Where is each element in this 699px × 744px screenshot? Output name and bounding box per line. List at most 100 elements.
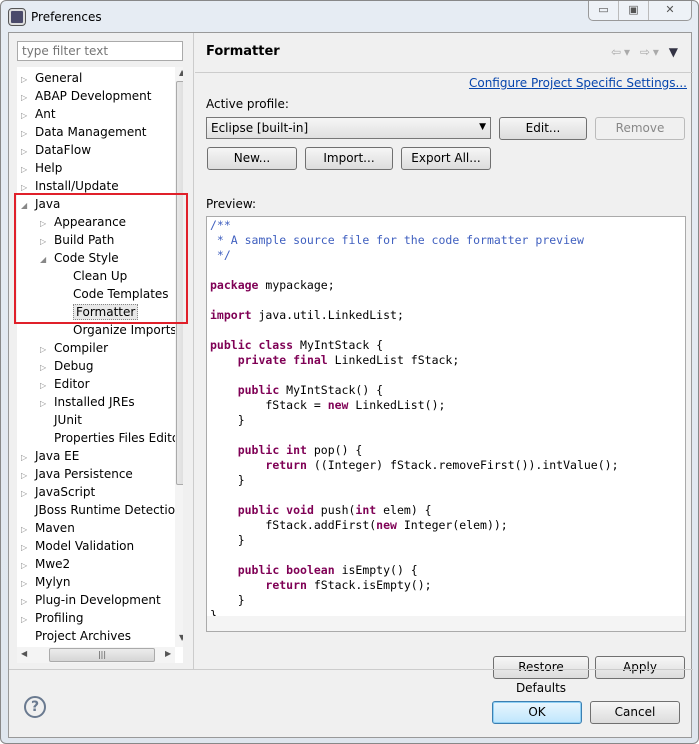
code-line: } bbox=[210, 413, 619, 428]
collapsed-arrow-icon[interactable]: ▷ bbox=[21, 125, 35, 143]
edit-button[interactable]: Edit... bbox=[499, 117, 587, 140]
code-token: Integer(elem)); bbox=[396, 518, 508, 532]
import-button[interactable]: Import... bbox=[305, 147, 393, 170]
collapsed-arrow-icon[interactable]: ▷ bbox=[21, 449, 35, 467]
tree-item[interactable]: ▷ JavaScript bbox=[21, 483, 95, 501]
tree-item[interactable]: ▷ General bbox=[21, 69, 82, 87]
tree-item[interactable]: ▷ Maven bbox=[21, 519, 75, 537]
tree-item[interactable]: ▷ Data Management bbox=[21, 123, 147, 141]
code-token: LinkedList fStack; bbox=[327, 353, 460, 367]
export-all-button[interactable]: Export All... bbox=[401, 147, 491, 170]
minimize-button[interactable]: ▭ bbox=[589, 1, 619, 20]
tree-item[interactable]: JUnit bbox=[40, 411, 82, 429]
collapsed-arrow-icon[interactable]: ▷ bbox=[21, 71, 35, 89]
profile-value: Eclipse [built-in] bbox=[211, 121, 309, 135]
code-token: java.util.LinkedList; bbox=[251, 308, 404, 322]
filter-input[interactable] bbox=[17, 41, 183, 61]
tree-item[interactable]: ▷ Model Validation bbox=[21, 537, 134, 555]
collapsed-arrow-icon[interactable]: ▷ bbox=[21, 89, 35, 107]
collapsed-arrow-icon[interactable]: ▷ bbox=[21, 467, 35, 485]
new-button[interactable]: New... bbox=[207, 147, 297, 170]
tree-vertical-scrollbar[interactable]: ▲ ▼ bbox=[175, 67, 183, 647]
code-token: } bbox=[210, 413, 245, 427]
scroll-right-icon[interactable]: ▶ bbox=[165, 649, 171, 658]
tree-item[interactable]: ▷ DataFlow bbox=[21, 141, 91, 159]
help-icon[interactable]: ? bbox=[24, 696, 46, 718]
collapsed-arrow-icon[interactable]: ▷ bbox=[40, 377, 54, 395]
collapsed-arrow-icon[interactable]: ▷ bbox=[21, 521, 35, 539]
collapsed-arrow-icon[interactable]: ▷ bbox=[40, 341, 54, 359]
cancel-button[interactable]: Cancel bbox=[590, 701, 680, 724]
code-line: return ((Integer) fStack.removeFirst()).… bbox=[210, 458, 618, 473]
code-token: package bbox=[210, 278, 259, 292]
tree-item[interactable]: ▷ Help bbox=[21, 159, 62, 177]
tree-item[interactable]: ▷ Plug-in Development bbox=[21, 591, 161, 609]
code-token: isEmpty() { bbox=[334, 563, 418, 577]
collapsed-arrow-icon[interactable]: ▷ bbox=[40, 395, 54, 413]
tree-item[interactable]: ▷ Installed JREs bbox=[40, 393, 135, 411]
collapsed-arrow-icon[interactable]: ▷ bbox=[40, 359, 54, 377]
tree-item[interactable]: ▷ Editor bbox=[40, 375, 90, 393]
configure-project-settings-link[interactable]: Configure Project Specific Settings... bbox=[469, 76, 687, 90]
tree-item-label: JavaScript bbox=[35, 485, 96, 499]
collapsed-arrow-icon[interactable]: ▷ bbox=[21, 557, 35, 575]
collapsed-arrow-icon[interactable]: ▷ bbox=[21, 161, 35, 179]
collapsed-arrow-icon[interactable]: ▷ bbox=[21, 611, 35, 629]
scroll-left-icon[interactable]: ◀ bbox=[21, 649, 27, 658]
collapsed-arrow-icon[interactable]: ▷ bbox=[21, 485, 35, 503]
profile-select[interactable]: Eclipse [built-in] ▼ bbox=[206, 117, 491, 139]
tree-item-label: Project Archives bbox=[35, 629, 132, 643]
tree-item[interactable]: ▷ Ant bbox=[21, 105, 56, 123]
view-menu-icon[interactable]: ▼ bbox=[669, 45, 681, 59]
code-line: * A sample source file for the code form… bbox=[210, 233, 619, 248]
code-text: /** * A sample source file for the code … bbox=[210, 218, 619, 623]
tree-item[interactable]: ▷ Java EE bbox=[21, 447, 79, 465]
tree-item[interactable]: JBoss Runtime Detection bbox=[21, 501, 183, 519]
tree-item[interactable]: ▷ Mylyn bbox=[21, 573, 71, 591]
back-arrow-icon[interactable]: ⇦▾ bbox=[611, 45, 633, 59]
scroll-thumb[interactable]: ||| bbox=[49, 648, 155, 662]
code-token: elem) { bbox=[376, 503, 432, 517]
scroll-up-icon[interactable]: ▲ bbox=[179, 68, 183, 77]
highlight-box bbox=[14, 193, 188, 324]
tree-horizontal-scrollbar[interactable]: ◀ ||| ▶ bbox=[17, 647, 175, 663]
code-line: fStack = new LinkedList(); bbox=[210, 398, 619, 413]
collapsed-arrow-icon[interactable]: ▷ bbox=[21, 575, 35, 593]
tree-item[interactable]: ▷ Java Persistence bbox=[21, 465, 133, 483]
code-token: } bbox=[210, 533, 245, 547]
active-profile-label: Active profile: bbox=[206, 97, 289, 111]
collapsed-arrow-icon[interactable]: ▷ bbox=[21, 107, 35, 125]
preview-horizontal-scrollbar[interactable] bbox=[207, 616, 685, 631]
tree-item-label: Maven bbox=[35, 521, 75, 535]
code-line: */ bbox=[210, 248, 619, 263]
tree-item[interactable]: ▷ Profiling bbox=[21, 609, 84, 627]
code-token: new bbox=[376, 518, 397, 532]
tree-item[interactable]: Project Archives bbox=[21, 627, 131, 645]
close-button[interactable]: ✕ bbox=[649, 1, 691, 20]
restore-button[interactable]: ▣ bbox=[619, 1, 649, 20]
forward-arrow-icon[interactable]: ⇨▾ bbox=[640, 45, 662, 59]
tree-item[interactable]: ▷ Mwe2 bbox=[21, 555, 70, 573]
collapsed-arrow-icon[interactable]: ▷ bbox=[21, 539, 35, 557]
preferences-window: Preferences ▭ ▣ ✕ ▷Run/Debug▷Remote Syst… bbox=[0, 0, 699, 744]
remove-button[interactable]: Remove bbox=[595, 117, 685, 140]
tree-item[interactable]: Properties Files Editor bbox=[40, 429, 183, 447]
tree-item-label: Mylyn bbox=[35, 575, 71, 589]
ok-button[interactable]: OK bbox=[492, 701, 582, 724]
collapsed-arrow-icon[interactable]: ▷ bbox=[21, 143, 35, 161]
tree-item[interactable]: ▷ ABAP Development bbox=[21, 87, 151, 105]
scroll-down-icon[interactable]: ▼ bbox=[179, 633, 183, 642]
tree-item[interactable]: ▷ Compiler bbox=[40, 339, 108, 357]
code-token: private final bbox=[237, 353, 328, 367]
code-line: package mypackage; bbox=[210, 278, 619, 293]
tree-item[interactable]: ▷ Debug bbox=[40, 357, 93, 375]
preference-navigation: ▷Run/Debug▷Remote SystemsProject Archive… bbox=[9, 33, 194, 669]
code-line: import java.util.LinkedList; bbox=[210, 308, 619, 323]
collapsed-arrow-icon[interactable]: ▷ bbox=[21, 593, 35, 611]
code-token: return bbox=[265, 578, 307, 592]
